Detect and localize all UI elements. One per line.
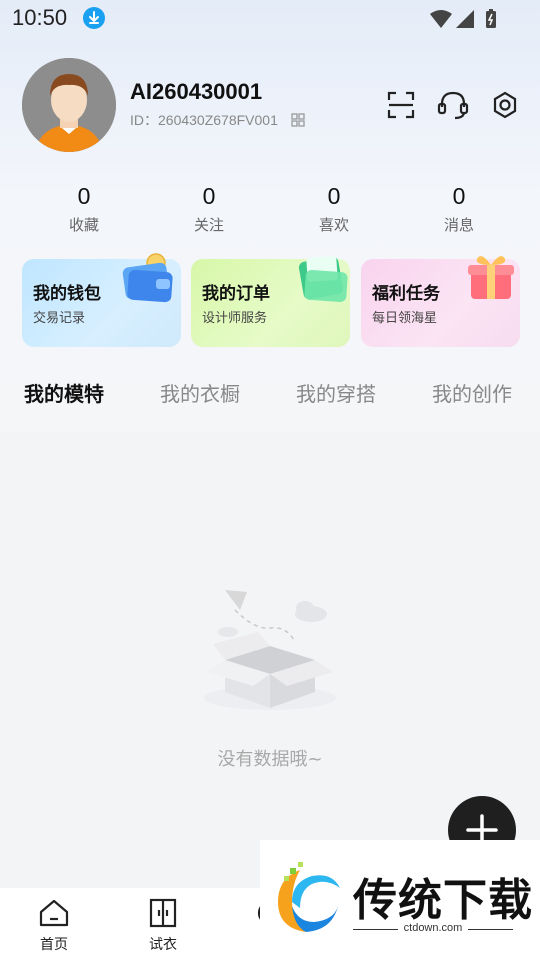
tab-my-outfits[interactable]: 我的穿搭: [296, 378, 376, 407]
home-icon: [39, 899, 69, 927]
customer-service-icon[interactable]: [437, 90, 469, 120]
card-subtitle: 交易记录: [33, 311, 86, 326]
watermark-logo-icon: [270, 862, 346, 942]
signal-icon: [456, 10, 474, 28]
settings-gear-icon[interactable]: [490, 90, 520, 120]
stat-label: 消息: [443, 216, 474, 234]
stat-value: 0: [452, 183, 466, 209]
watermark: 传统下载 ctdown.com: [260, 840, 540, 960]
empty-state-text: 没有数据哦~: [217, 749, 323, 770]
tasks-card[interactable]: 福利任务 每日领海星: [361, 256, 520, 347]
orders-card[interactable]: 我的订单 设计师服务: [191, 256, 350, 347]
watermark-text: 传统下载: [353, 875, 533, 926]
status-icons: [430, 8, 500, 34]
battery-icon: [486, 9, 496, 28]
nav-home[interactable]: 首页: [24, 898, 84, 954]
tab-my-creations[interactable]: 我的创作: [432, 378, 512, 407]
qr-code-icon[interactable]: [291, 112, 305, 131]
stat-label: 喜欢: [318, 216, 349, 234]
wallet-icon: [120, 253, 178, 309]
stat-label: 收藏: [68, 216, 99, 234]
stat-likes[interactable]: 0 喜欢: [294, 183, 374, 235]
card-subtitle: 每日领海星: [372, 311, 438, 326]
nav-tryon[interactable]: 试衣: [133, 898, 193, 954]
gift-icon: [463, 249, 519, 309]
stat-label: 关注: [193, 216, 224, 234]
watermark-url: ctdown.com: [403, 922, 463, 934]
scan-icon[interactable]: [386, 90, 416, 120]
folder-icon: [295, 251, 351, 309]
wifi-icon: [430, 10, 452, 28]
tab-my-models[interactable]: 我的模特: [24, 378, 104, 407]
user-id: ID：260430Z678FV001: [130, 112, 278, 128]
card-title: 我的订单: [202, 284, 270, 304]
stat-favorites[interactable]: 0 收藏: [44, 183, 124, 235]
username: AI260430001: [130, 79, 263, 104]
stat-value: 0: [77, 183, 91, 209]
nav-label: 试衣: [149, 937, 177, 953]
card-subtitle: 设计师服务: [202, 311, 268, 326]
stat-value: 0: [202, 183, 216, 209]
tab-my-wardrobe[interactable]: 我的衣橱: [160, 378, 240, 407]
wardrobe-icon: [149, 898, 177, 928]
nav-label: 首页: [40, 937, 68, 953]
download-status-icon: [83, 7, 105, 29]
empty-box-illustration: [195, 580, 345, 724]
stat-messages[interactable]: 0 消息: [419, 183, 499, 235]
card-title: 我的钱包: [33, 284, 101, 304]
stat-value: 0: [327, 183, 341, 209]
card-title: 福利任务: [372, 284, 440, 304]
status-bar: 10:50: [0, 0, 540, 38]
status-time: 10:50: [12, 5, 68, 30]
wallet-card[interactable]: 我的钱包 交易记录: [22, 253, 181, 347]
avatar[interactable]: [22, 58, 116, 152]
stat-following[interactable]: 0 关注: [169, 183, 249, 235]
